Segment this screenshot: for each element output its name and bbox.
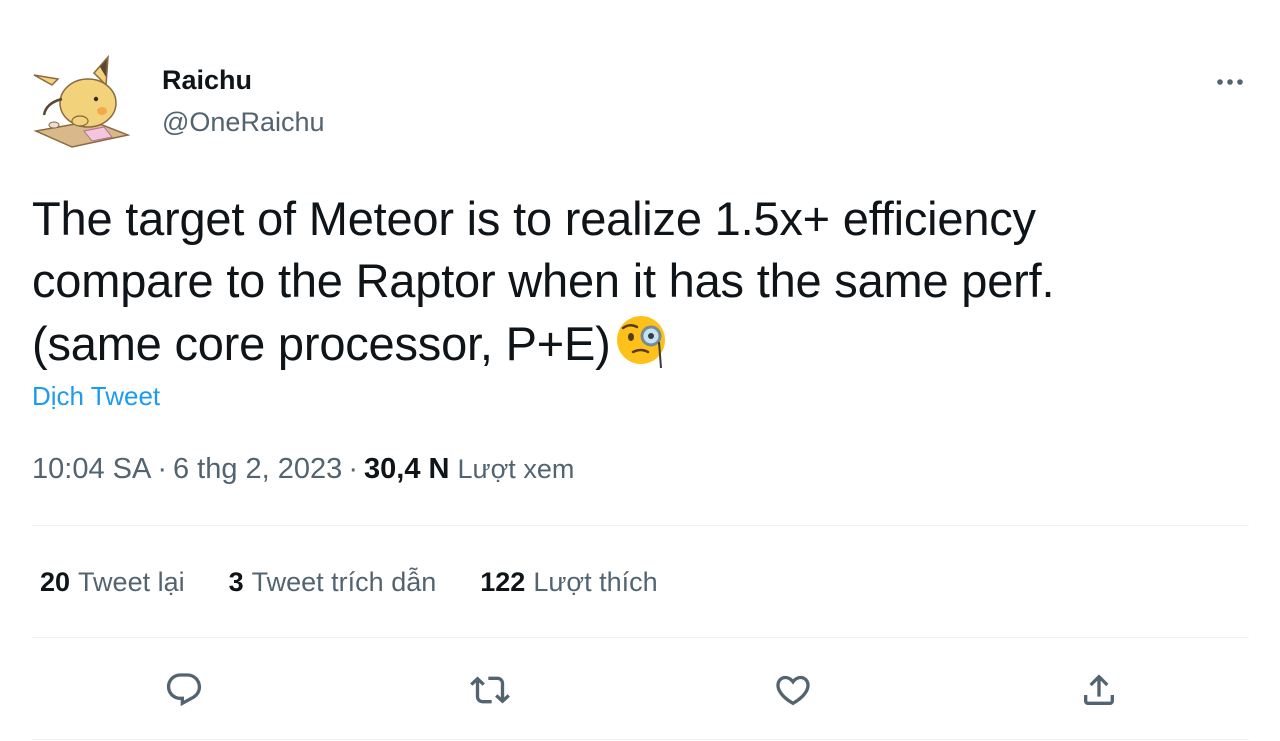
tweet-time[interactable]: 10:04 SA [32, 453, 151, 485]
tweet-text-segment: (same core processor, P+E) [32, 317, 611, 370]
quotes-label: Tweet trích dẫn [251, 567, 437, 597]
user-handle[interactable]: @OneRaichu [162, 102, 325, 142]
views-label: Lượt xem [457, 454, 575, 484]
share-icon [1084, 674, 1114, 705]
tweet-text: The target of Meteor is to realize 1.5x+… [32, 188, 1247, 383]
retweet-button[interactable] [466, 666, 514, 714]
retweets-stat[interactable]: 20 Tweet lại [40, 562, 185, 602]
monocle-face-emoji-icon [615, 312, 671, 383]
reply-button[interactable] [160, 666, 208, 714]
like-icon [776, 675, 810, 706]
tweet-text-line: compare to the Raptor when it has the sa… [32, 254, 1055, 307]
tweet-text-line: The target of Meteor is to realize 1.5x+… [32, 192, 1036, 245]
retweets-label: Tweet lại [78, 567, 185, 597]
tweet-stats: 20 Tweet lại 3 Tweet trích dẫn 122 Lượt thí… [40, 562, 658, 602]
tweet-date[interactable]: 6 thg 2, 2023 [173, 453, 342, 485]
views-count: 30,4 N [364, 453, 450, 485]
retweet-icon [470, 676, 510, 704]
action-bar [32, 660, 1249, 720]
display-name[interactable]: Raichu [162, 60, 325, 100]
tweet-meta: 10:04 SA · 6 thg 2, 2023 · 30,4 N Lượt xem [32, 448, 574, 490]
author-block: Raichu @OneRaichu [162, 60, 325, 142]
meta-separator: · [348, 453, 358, 485]
tweet-detail: Raichu @OneRaichu The target of Meteor i… [0, 0, 1280, 741]
like-button[interactable] [769, 666, 817, 714]
retweets-count: 20 [40, 567, 71, 597]
raichu-avatar-icon [33, 54, 131, 148]
more-icon [1217, 79, 1243, 85]
quotes-stat[interactable]: 3 Tweet trích dẫn [229, 562, 437, 602]
translate-tweet-link[interactable]: Dịch Tweet [32, 378, 160, 414]
likes-label: Lượt thích [533, 567, 658, 597]
tweet-text-line: (same core processor, P+E) [32, 312, 1247, 383]
reply-icon [166, 673, 202, 707]
quotes-count: 3 [228, 567, 244, 597]
share-button[interactable] [1075, 666, 1123, 714]
likes-stat[interactable]: 122 Lượt thích [480, 562, 657, 602]
likes-count: 122 [480, 567, 526, 597]
divider [32, 637, 1249, 638]
meta-separator: · [157, 453, 167, 485]
divider [32, 739, 1249, 740]
more-button[interactable] [1212, 64, 1248, 100]
divider [32, 525, 1249, 526]
avatar[interactable] [32, 54, 131, 153]
